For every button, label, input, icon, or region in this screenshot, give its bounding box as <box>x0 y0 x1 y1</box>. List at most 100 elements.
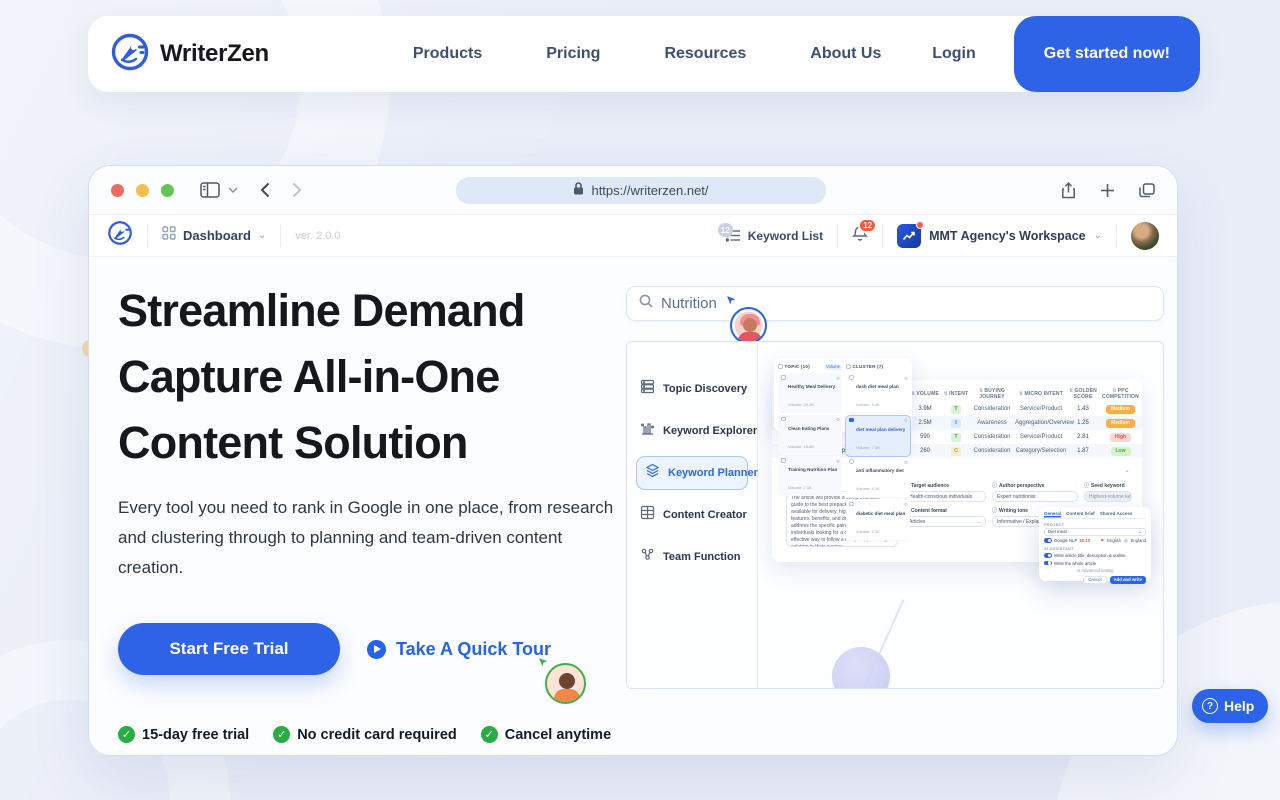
cell-intent: T <box>943 404 969 414</box>
traffic-lights <box>111 183 174 197</box>
search-input[interactable]: Nutrition <box>626 286 1164 321</box>
product-demo-panel: Topic Discovery Keyword Explorer Keyword… <box>626 341 1164 689</box>
share-icon[interactable] <box>1061 181 1076 199</box>
nav-link-pricing[interactable]: Pricing <box>546 45 600 63</box>
gear-icon: ⚙ <box>835 417 840 422</box>
cell-journey: Consideration <box>973 434 1011 440</box>
notifications-badge: 12 <box>858 217 878 233</box>
radio-icon <box>849 417 854 422</box>
cell-ppc: Medium <box>1099 418 1142 428</box>
radio-icon <box>849 375 854 380</box>
checklist-item: ✓ No credit card required <box>273 726 457 743</box>
cluster-title: CLUSTER (7) <box>852 364 884 369</box>
nav-link-about-us[interactable]: About Us <box>810 45 881 63</box>
divider <box>280 224 282 247</box>
brand[interactable]: WriterZen <box>110 32 269 77</box>
cluster-item: diabetic diet meal plan Volume: 2.9K ⚙ <box>846 499 910 541</box>
workspace-label: MMT Agency's Workspace <box>929 228 1086 243</box>
dashboard-menu[interactable]: Dashboard ⌄ <box>162 226 266 245</box>
keyword-planner-icon <box>645 463 660 483</box>
cell-micro: Aggregation/Overview <box>1015 420 1075 426</box>
app-header: Dashboard ⌄ ver. 2.0.0 12 Keyword List 1… <box>89 215 1177 257</box>
nav-link-resources[interactable]: Resources <box>664 45 746 63</box>
field-label: ⓘ Seed keyword <box>1084 482 1125 490</box>
maximize-window-icon[interactable] <box>161 183 174 197</box>
cell-micro: Service/Product <box>1019 434 1063 440</box>
start-free-trial-button[interactable]: Start Free Trial <box>118 623 340 675</box>
locale-group: ⚑ English ◎ England <box>1100 538 1146 543</box>
back-icon[interactable] <box>260 182 270 198</box>
cell-ppc: High <box>1099 432 1142 442</box>
keyword-list-badge: 12 <box>717 223 733 237</box>
task-settings-modal: General Content brief Shared Access PROJ… <box>1039 507 1151 584</box>
browser-window: https://writerzen.net/ Dashboard ⌄ ver. … <box>88 165 1178 756</box>
forward-icon[interactable] <box>292 182 302 198</box>
collaborator-avatar-blue <box>730 307 767 344</box>
notifications-button[interactable]: 12 <box>851 217 878 247</box>
topic-discovery-icon <box>640 379 655 399</box>
workspace-switcher[interactable]: MMT Agency's Workspace ⌄ <box>897 220 1102 248</box>
quick-tour-link[interactable]: Take A Quick Tour <box>367 639 551 660</box>
tabs-overview-icon[interactable] <box>1139 182 1155 198</box>
menu-item-topic-discovery[interactable]: Topic Discovery <box>627 368 757 410</box>
menu-item-keyword-planner[interactable]: Keyword Planner <box>636 456 758 490</box>
submit-button: Add and write <box>1109 575 1146 584</box>
toggle-icon <box>1044 553 1052 558</box>
checkbox-icon <box>781 458 786 463</box>
dashboard-label: Dashboard <box>183 228 251 243</box>
play-icon <box>367 639 386 659</box>
topic-cluster-card: TOPIC (10) Volume Healthy Meal Delivery V… <box>774 358 912 541</box>
workspace-alert-dot <box>916 220 925 229</box>
ai-advanced-setting-link: AI Advanced setting <box>1076 568 1114 573</box>
close-window-icon[interactable] <box>111 183 124 197</box>
brand-name: WriterZen <box>160 40 269 67</box>
get-started-button[interactable]: Get started now! <box>1013 16 1200 92</box>
url-text: https://writerzen.net/ <box>591 183 709 198</box>
topic-title: TOPIC (10) <box>784 364 810 369</box>
toggle-icon <box>1044 538 1052 543</box>
address-bar[interactable]: https://writerzen.net/ <box>456 177 826 204</box>
new-tab-icon[interactable] <box>1100 183 1115 198</box>
top-navbar: WriterZen Products Pricing Resources Abo… <box>88 16 1200 92</box>
gear-icon: ⚙ <box>835 375 840 381</box>
sidebar-toggle-icon[interactable] <box>200 182 220 198</box>
login-link[interactable]: Login <box>932 45 976 63</box>
menu-label: Team Function <box>663 551 741 563</box>
keyword-list-button[interactable]: 12 Keyword List <box>717 223 823 243</box>
help-button[interactable]: ? Help <box>1192 689 1269 723</box>
cell-volume: 590 <box>919 434 930 440</box>
pin-icon: ◎ <box>1123 538 1128 543</box>
column-golden-score: ⇅GOLDEN SCORE <box>1069 388 1097 400</box>
field-col-2: ⓘTarget audience Health-conscious indivi… <box>904 482 986 547</box>
menu-item-keyword-explorer[interactable]: Keyword Explorer <box>627 410 757 452</box>
checkbox-icon <box>778 364 783 369</box>
user-avatar[interactable] <box>1131 221 1159 250</box>
collaborator-avatar-green <box>545 663 586 704</box>
menu-item-team-function[interactable]: Team Function <box>627 536 757 578</box>
decoration-purple-circle <box>832 647 890 688</box>
cell-journey: Consideration <box>973 448 1011 454</box>
content-creator-icon <box>640 505 655 525</box>
field-label: ⓘContent format <box>904 507 947 515</box>
project-label: PROJECT <box>1044 521 1065 527</box>
column-ppc-competition: ⇅PPC COMPETITION <box>1102 388 1139 400</box>
keyword-explorer-icon <box>640 421 655 441</box>
gear-icon: ⚙ <box>903 459 908 465</box>
gear-icon: ⚙ <box>903 502 908 507</box>
checklist-label: 15-day free trial <box>142 726 250 743</box>
minimize-window-icon[interactable] <box>136 183 149 197</box>
check-icon: ✓ <box>480 726 498 743</box>
writerzen-app-logo-icon[interactable] <box>107 220 133 251</box>
nlp-label: Google NLP <box>1054 538 1078 543</box>
keyword-list-icon: 12 <box>717 223 741 242</box>
menu-item-content-creator[interactable]: Content Creator <box>627 494 757 536</box>
cluster-item-selected: diet meal plan delivery Volume: 7.3K ⚙ <box>845 414 911 457</box>
cell-golden: 1.25 <box>1077 420 1089 426</box>
checkbox-icon <box>781 375 786 380</box>
app-header-right: 12 Keyword List 12 MMT Agency's Workspac… <box>717 217 1159 250</box>
grid-icon <box>162 226 176 245</box>
nav-link-products[interactable]: Products <box>413 45 482 63</box>
nav-right: Login Get started now! <box>932 16 1200 92</box>
chevron-down-icon[interactable] <box>228 187 238 193</box>
cancel-button: Cancel <box>1083 575 1107 584</box>
